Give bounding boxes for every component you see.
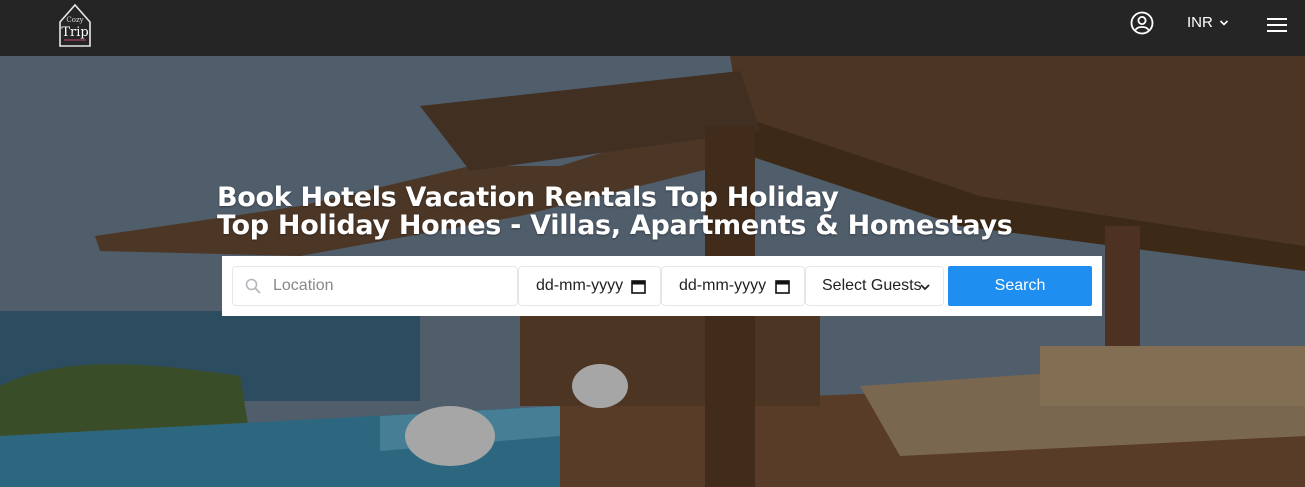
user-account-icon[interactable]	[1130, 11, 1154, 35]
checkin-date-input[interactable]: dd-mm-yyyy	[518, 266, 661, 306]
hero-headline-line1: Book Hotels Vacation Rentals Top Holiday	[217, 182, 839, 213]
hero-headline-line2: Top Holiday Homes - Villas, Apartments &…	[217, 210, 1013, 241]
brand-logo[interactable]: Cozy Trip	[56, 2, 94, 48]
guests-select[interactable]: Select Guests	[805, 266, 944, 306]
brand-small-text: Cozy	[66, 16, 84, 24]
chevron-down-icon	[920, 284, 930, 291]
chevron-down-icon	[1219, 19, 1228, 26]
search-bar: Location dd-mm-yyyy dd-mm-yyyy Select Gu…	[222, 256, 1102, 316]
checkout-date-input[interactable]: dd-mm-yyyy	[661, 266, 805, 306]
location-input[interactable]: Location	[232, 266, 518, 306]
hero-banner: Book Hotels Vacation Rentals Top Holiday…	[0, 56, 1305, 487]
calendar-icon[interactable]	[631, 279, 646, 294]
search-icon	[245, 278, 261, 294]
location-placeholder: Location	[273, 277, 334, 294]
guests-select-label: Select Guests	[822, 277, 922, 294]
top-navbar: Cozy Trip INR	[0, 0, 1305, 56]
brand-main-text: Trip	[61, 25, 89, 40]
checkout-date-value: dd-mm-yyyy	[679, 277, 767, 294]
hero-headline: Book Hotels Vacation Rentals Top Holiday…	[217, 184, 1013, 240]
hamburger-menu-icon[interactable]	[1266, 16, 1288, 34]
currency-selector[interactable]: INR	[1187, 14, 1229, 31]
currency-label: INR	[1187, 14, 1213, 31]
calendar-icon[interactable]	[775, 279, 790, 294]
search-button[interactable]: Search	[948, 266, 1092, 306]
checkin-date-value: dd-mm-yyyy	[536, 277, 624, 294]
